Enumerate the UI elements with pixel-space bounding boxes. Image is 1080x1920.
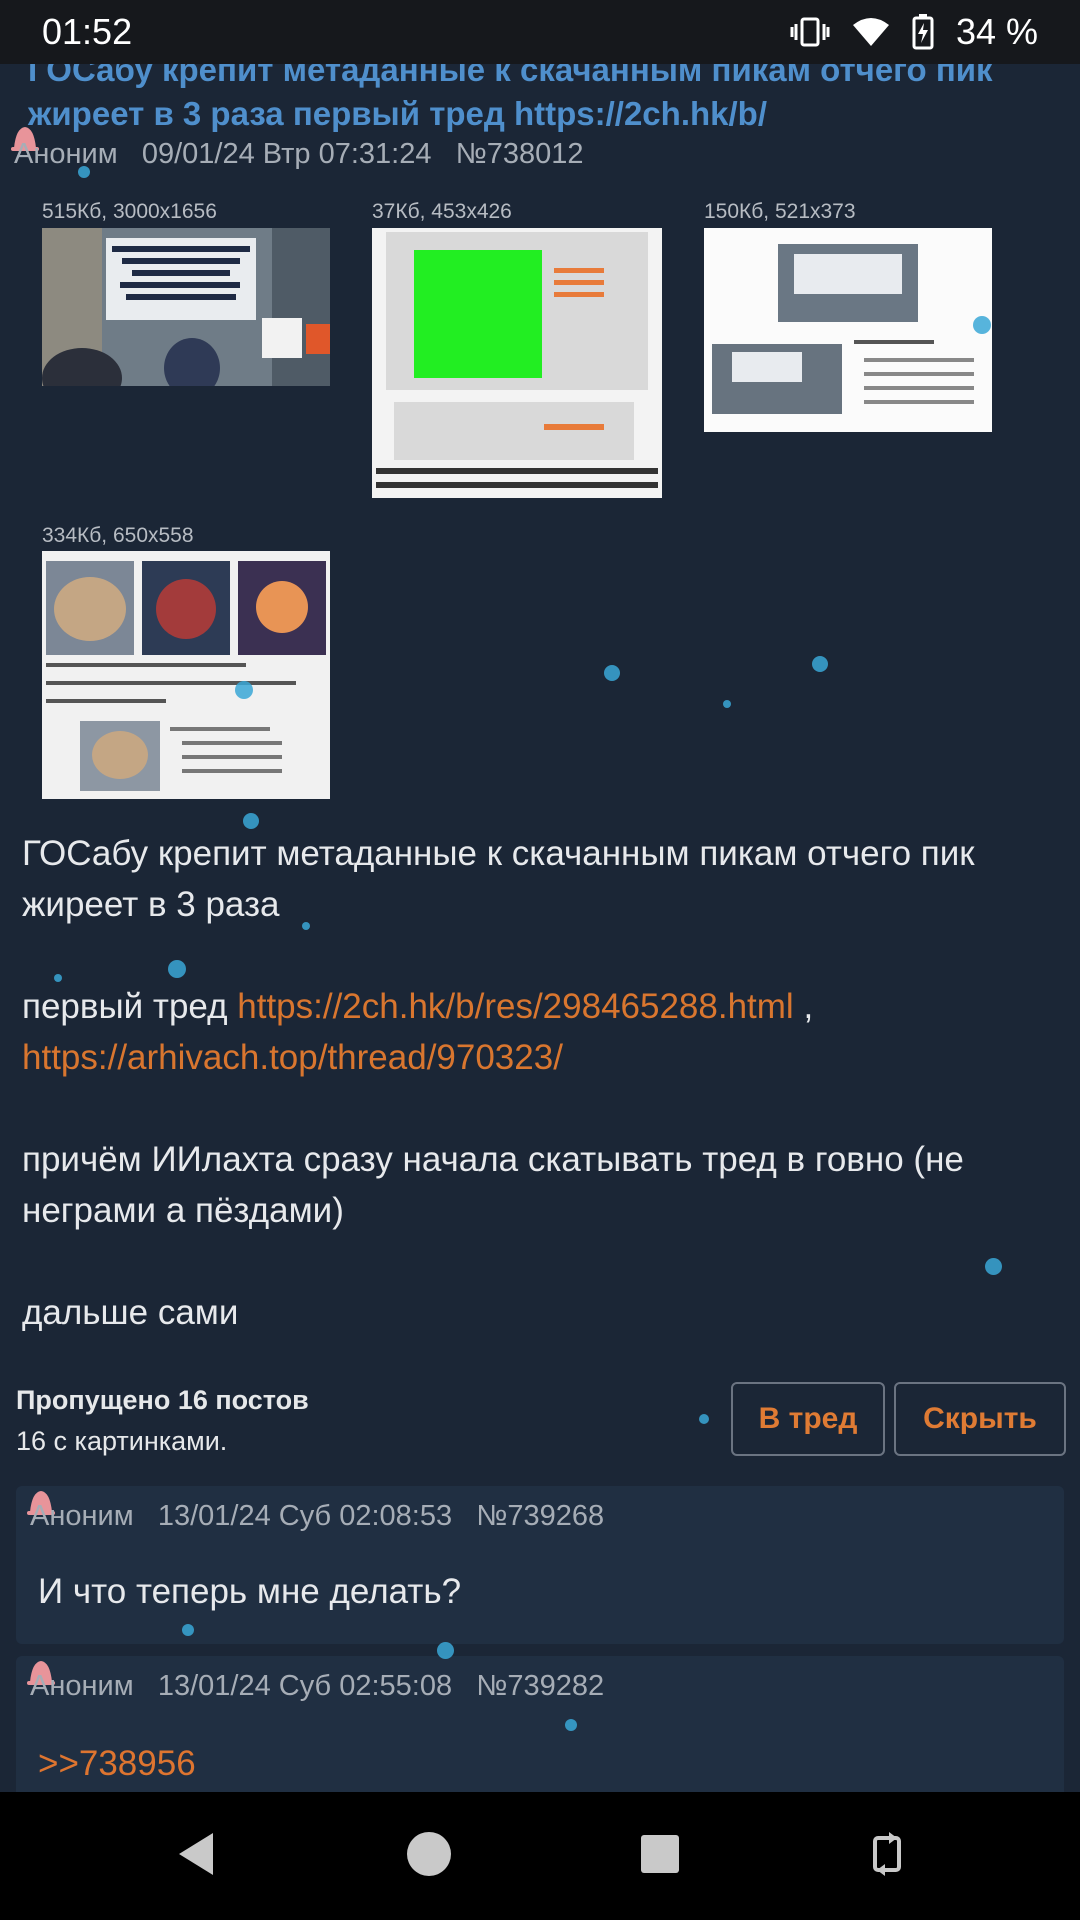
link-first-thread[interactable]: https://2ch.hk/b/res/298465288.html	[237, 987, 793, 1026]
snow-particle	[168, 960, 186, 978]
rotate-icon[interactable]	[867, 1830, 907, 1883]
snow-particle	[973, 316, 991, 334]
skipped-posts-info: Пропущено 16 постов 16 с картинками.	[16, 1380, 309, 1462]
skipped-count: Пропущено 16 постов	[16, 1385, 309, 1415]
snow-particle	[699, 1414, 709, 1424]
op-number[interactable]: №738012	[456, 138, 584, 170]
reply-date: 13/01/24 Суб 02:08:53	[157, 1500, 453, 1532]
hide-button[interactable]: Скрыть	[894, 1382, 1066, 1456]
home-icon[interactable]	[405, 1830, 453, 1883]
reply-author: Аноним	[30, 1500, 134, 1532]
snow-particle	[723, 700, 731, 708]
image-caption: 37Кб, 453x426	[372, 200, 512, 223]
link-archive[interactable]: https://arhivach.top/thread/970323/	[22, 1038, 563, 1077]
reply-post[interactable]: Аноним 13/01/24 Суб 02:08:53 №739268 И ч…	[16, 1486, 1064, 1644]
snow-particle	[604, 665, 620, 681]
recents-icon[interactable]	[639, 1833, 681, 1880]
snow-particle	[235, 681, 253, 699]
status-time: 01:52	[42, 11, 133, 52]
op-paragraph: первый тред https://2ch.hk/b/res/2984652…	[22, 981, 1052, 1083]
op-meta: Аноним 09/01/24 Втр 07:31:24 №738012	[14, 138, 584, 171]
snow-particle	[565, 1719, 577, 1731]
reply-number[interactable]: №739268	[476, 1500, 604, 1532]
op-text: первый тред	[22, 987, 238, 1026]
snow-particle	[812, 656, 828, 672]
snow-particle	[182, 1624, 194, 1636]
op-subject[interactable]: ГОСабу крепит метаданные к скачанным пик…	[28, 64, 1048, 136]
image-thumbnail-brains[interactable]	[42, 551, 330, 799]
reply-meta: Аноним 13/01/24 Суб 02:08:53 №739268	[30, 1500, 604, 1533]
snow-particle	[78, 166, 90, 178]
op-paragraph: причём ИИлахта сразу начала скатывать тр…	[22, 1140, 964, 1230]
image-caption: 150Кб, 521x373	[704, 200, 856, 223]
reply-meta: Аноним 13/01/24 Суб 02:55:08 №739282	[30, 1670, 604, 1703]
vibrate-icon	[790, 15, 830, 49]
image-caption: 515Кб, 3000x1656	[42, 200, 217, 223]
image-thumbnail-protest[interactable]	[42, 228, 330, 386]
snow-particle	[985, 1258, 1002, 1275]
snow-particle	[243, 813, 259, 829]
reply-text: И что теперь мне делать?	[38, 1572, 462, 1611]
wifi-icon	[852, 16, 890, 48]
status-bar: 01:52 34 %	[0, 0, 1080, 64]
snow-particle	[302, 922, 310, 930]
op-author: Аноним	[14, 138, 118, 170]
image-thumbnail-screenshot[interactable]	[704, 228, 992, 432]
battery-percent: 34 %	[955, 11, 1038, 52]
reply-post[interactable]: Аноним 13/01/24 Суб 02:55:08 №739282 >>7…	[16, 1656, 1064, 1792]
op-body: ГОСабу крепит метаданные к скачанным пик…	[22, 828, 1052, 1389]
reply-number[interactable]: №739282	[476, 1670, 604, 1702]
op-paragraph: дальше сами	[22, 1293, 239, 1332]
op-text: ,	[793, 987, 814, 1026]
system-nav-bar	[0, 1792, 1080, 1920]
op-paragraph: ГОСабу крепит метаданные к скачанным пик…	[22, 834, 975, 924]
snow-particle	[54, 974, 62, 982]
reply-date: 13/01/24 Суб 02:55:08	[157, 1670, 453, 1702]
back-icon[interactable]	[173, 1829, 219, 1884]
op-date: 09/01/24 Втр 07:31:24	[141, 138, 432, 170]
reply-quote-link[interactable]: >>738956	[38, 1744, 196, 1784]
thread-feed[interactable]: ГОСабу крепит метаданные к скачанным пик…	[0, 64, 1080, 1792]
to-thread-button[interactable]: В тред	[731, 1382, 885, 1456]
snow-particle	[437, 1642, 454, 1659]
battery-charging-icon	[912, 14, 934, 50]
image-caption: 334Кб, 650x558	[42, 524, 194, 547]
image-thumbnail-green[interactable]	[372, 228, 662, 498]
skipped-images: 16 с картинками.	[16, 1426, 228, 1456]
reply-author: Аноним	[30, 1670, 134, 1702]
